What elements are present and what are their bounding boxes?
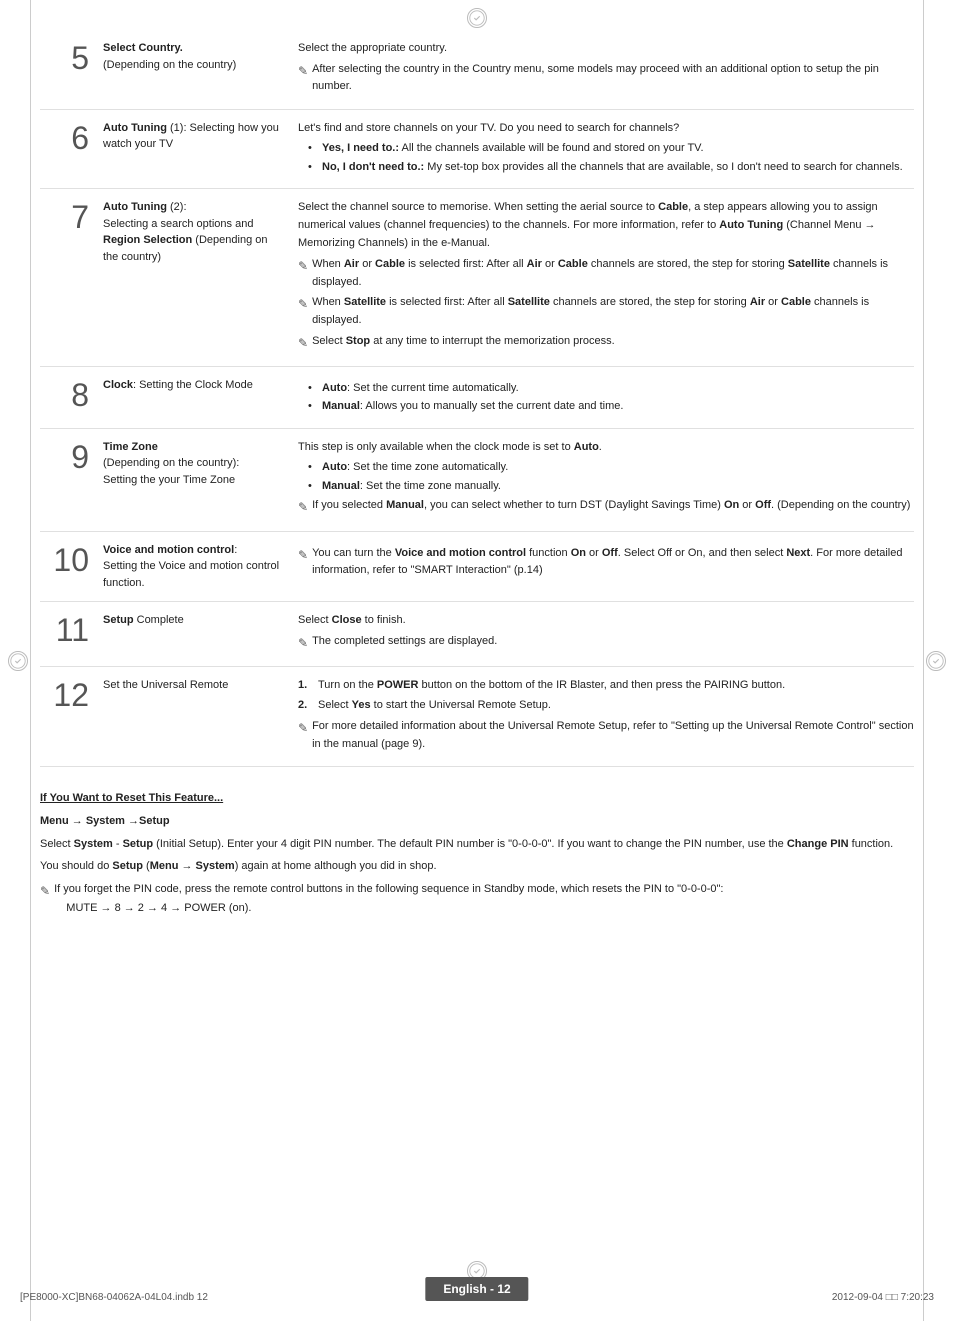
note-text-7c: Select Stop at any time to interrupt the… — [312, 333, 914, 351]
steps-table: 5 Select Country.(Depending on the count… — [40, 30, 914, 767]
note-icon-10: ✎ — [298, 546, 308, 565]
step-row-9: 9 Time Zone(Depending on the country):Se… — [40, 428, 914, 531]
note-text-reset: If you forget the PIN code, press the re… — [54, 880, 914, 917]
step-row-7: 7 Auto Tuning (2):Selecting a search opt… — [40, 189, 914, 366]
step8-bullets: Auto: Set the current time automatically… — [298, 380, 914, 415]
note-text-7b: When Satellite is selected first: After … — [312, 294, 914, 329]
step-title-10: Voice and motion control:Setting the Voi… — [95, 531, 290, 602]
reset-section: If You Want to Reset This Feature... Men… — [40, 789, 914, 917]
step-content-7: Select the channel source to memorise. W… — [290, 189, 914, 366]
step12-item2: Select Yes to start the Universal Remote… — [318, 697, 551, 715]
circle-top-icon — [467, 8, 487, 28]
step-row-11: 11 Setup Complete Select Close to finish… — [40, 602, 914, 667]
note-text-7a: When Air or Cable is selected first: Aft… — [312, 256, 914, 291]
step-content-6: Let's find and store channels on your TV… — [290, 109, 914, 189]
step9-bullet-2: Manual: Set the time zone manually. — [308, 478, 914, 495]
note-text-9: If you selected Manual, you can select w… — [312, 497, 914, 515]
step-number-8: 8 — [40, 366, 95, 428]
step6-bullet-1: Yes, I need to.: All the channels availa… — [308, 140, 914, 157]
circle-left-icon — [8, 651, 28, 671]
step6-bullet-2: No, I don't need to.: My set-top box pro… — [308, 159, 914, 176]
step-title-8: Clock: Setting the Clock Mode — [95, 366, 290, 428]
note-icon-reset: ✎ — [40, 881, 50, 901]
step-content-10: ✎ You can turn the Voice and motion cont… — [290, 531, 914, 602]
step-row-6: 6 Auto Tuning (1): Selecting how you wat… — [40, 109, 914, 189]
note-icon-7b: ✎ — [298, 295, 308, 314]
footer-file-info: [PE8000-XC]BN68-04062A-04L04.indb 12 — [20, 1292, 208, 1303]
step-row-8: 8 Clock: Setting the Clock Mode Auto: Se… — [40, 366, 914, 428]
step-title-12: Set the Universal Remote — [95, 666, 290, 766]
step-content-5: Select the appropriate country. ✎ After … — [290, 30, 914, 109]
note-icon-5: ✎ — [298, 62, 308, 81]
step8-bullet-2: Manual: Allows you to manually set the c… — [308, 398, 914, 415]
page: 5 Select Country.(Depending on the count… — [0, 0, 954, 1321]
step-number-7: 7 — [40, 189, 95, 366]
step8-bullet-1: Auto: Set the current time automatically… — [308, 380, 914, 397]
note-icon-7c: ✎ — [298, 334, 308, 353]
note-text-5: After selecting the country in the Count… — [312, 61, 914, 96]
reset-para1: Select System - Setup (Initial Setup). E… — [40, 835, 914, 854]
step-content-9: This step is only available when the clo… — [290, 428, 914, 531]
step-row-10: 10 Voice and motion control:Setting the … — [40, 531, 914, 602]
step-title-5: Select Country.(Depending on the country… — [95, 30, 290, 109]
step-number-5: 5 — [40, 30, 95, 109]
step-number-9: 9 — [40, 428, 95, 531]
step-row-5: 5 Select Country.(Depending on the count… — [40, 30, 914, 109]
reset-heading: If You Want to Reset This Feature... — [40, 789, 914, 808]
step-title-11: Setup Complete — [95, 602, 290, 667]
note-icon-7a: ✎ — [298, 257, 308, 276]
step-title-6: Auto Tuning (1): Selecting how you watch… — [95, 109, 290, 189]
reset-menu-path: Menu → System →Setup — [40, 812, 914, 831]
note-icon-9: ✎ — [298, 498, 308, 517]
step-title-9: Time Zone(Depending on the country):Sett… — [95, 428, 290, 531]
step-row-12: 12 Set the Universal Remote 1. Turn on t… — [40, 666, 914, 766]
step-number-11: 11 — [40, 602, 95, 667]
circle-right-icon — [926, 651, 946, 671]
step9-bullets: Auto: Set the time zone automatically. M… — [298, 459, 914, 494]
note-text-11: The completed settings are displayed. — [312, 633, 914, 651]
step6-bullets: Yes, I need to.: All the channels availa… — [298, 140, 914, 175]
step-number-10: 10 — [40, 531, 95, 602]
step-number-12: 12 — [40, 666, 95, 766]
note-icon-11: ✎ — [298, 634, 308, 653]
step12-item1: Turn on the POWER button on the bottom o… — [318, 677, 785, 695]
step9-bullet-1: Auto: Set the time zone automatically. — [308, 459, 914, 476]
note-icon-12: ✎ — [298, 719, 308, 738]
footer-date-info: 2012-09-04 □□ 7:20:23 — [832, 1292, 934, 1303]
step-title-7: Auto Tuning (2):Selecting a search optio… — [95, 189, 290, 366]
reset-para2: You should do Setup (Menu → System) agai… — [40, 857, 914, 876]
footer-badge: English - 12 — [425, 1277, 528, 1301]
border-right — [923, 0, 924, 1321]
step-number-6: 6 — [40, 109, 95, 189]
footer-badge-container: English - 12 — [425, 1277, 528, 1301]
border-left — [30, 0, 31, 1321]
step-content-12: 1. Turn on the POWER button on the botto… — [290, 666, 914, 766]
note-text-12: For more detailed information about the … — [312, 718, 914, 753]
step-content-11: Select Close to finish. ✎ The completed … — [290, 602, 914, 667]
step-content-8: Auto: Set the current time automatically… — [290, 366, 914, 428]
note-text-10: You can turn the Voice and motion contro… — [312, 545, 914, 580]
